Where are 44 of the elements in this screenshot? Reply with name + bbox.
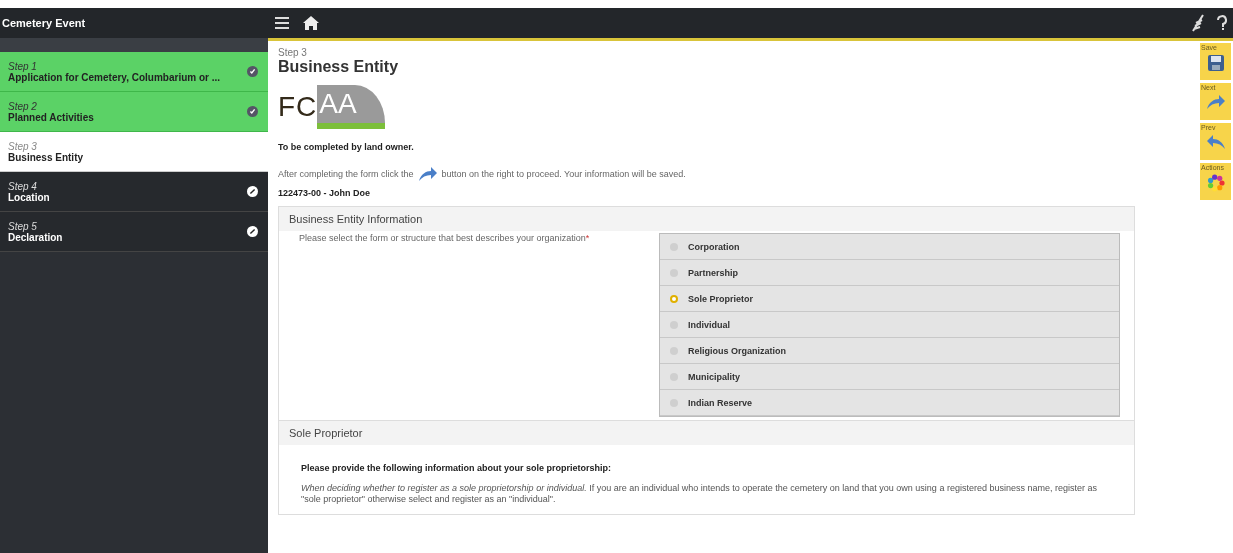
- home-icon: [302, 15, 320, 31]
- step-name: Declaration: [8, 231, 63, 243]
- step-number: Step 5: [8, 220, 38, 232]
- radio-option[interactable]: Individual: [660, 312, 1119, 338]
- owner-note: To be completed by land owner.: [278, 142, 415, 152]
- forward-arrow-icon: [417, 166, 438, 182]
- question-label: Please select the form or structure that best describes your organization*: [298, 233, 591, 245]
- radio-icon[interactable]: [670, 294, 678, 303]
- step-item[interactable]: Step 5 Declaration: [0, 212, 268, 252]
- forward-arrow-icon: [1205, 94, 1226, 110]
- step-number: Step 4: [8, 180, 38, 192]
- logo: FCAA: [278, 86, 1190, 128]
- note-text: When deciding whether to register as a sole proprietorship or individual. If you are an individual who intends to operate the cemetery on land that you own using a registered business name, register as "sole proprietor" otherwise select and register as an "individual".: [301, 483, 1098, 506]
- step-number: Step 3: [8, 140, 38, 152]
- page-title: Business Entity: [278, 58, 400, 76]
- panel-heading: Sole Proprietor: [279, 421, 1134, 445]
- step-item[interactable]: Step 2 Planned Activities: [0, 92, 268, 132]
- step-name: Planned Activities: [8, 111, 94, 123]
- step-item[interactable]: Step 1 Application for Cemetery, Columbarium or ...: [0, 52, 268, 92]
- radio-option[interactable]: Partnership: [660, 260, 1119, 286]
- panel-heading: Business Entity Information: [279, 207, 1134, 231]
- radio-option[interactable]: Municipality: [660, 364, 1119, 390]
- step-name: Location: [8, 191, 50, 203]
- color-wheel-icon: [1206, 174, 1225, 192]
- step-number: Step 1: [8, 60, 38, 72]
- wheat-logo-icon: [1191, 14, 1205, 32]
- radio-option[interactable]: Indian Reserve: [660, 390, 1119, 416]
- back-arrow-icon: [1205, 134, 1226, 150]
- step-number: Step 2: [8, 100, 38, 112]
- instruction-text: button on the right to proceed. Your information will be saved.: [441, 169, 686, 179]
- applicant-name: 122473-00 - John Doe: [278, 188, 372, 198]
- sidebar-title: Cemetery Event: [0, 8, 268, 38]
- help-icon: [1217, 15, 1227, 31]
- step-item[interactable]: Step 3 Business Entity: [0, 132, 268, 172]
- radio-option[interactable]: Corporation: [660, 234, 1119, 260]
- instruction-text: After completing the form click the: [278, 169, 414, 179]
- step-name: Application for Cemetery, Columbarium or ...: [8, 71, 221, 83]
- prompt-text: Please provide the following information about your sole proprietorship:: [301, 463, 613, 473]
- step-item[interactable]: Step 4 Location: [0, 172, 268, 212]
- radio-option[interactable]: Religious Organization: [660, 338, 1119, 364]
- step-name: Business Entity: [8, 151, 84, 163]
- step-label: Step 3: [278, 47, 308, 58]
- radio-option[interactable]: Sole Proprietor: [660, 286, 1119, 312]
- menu-icon: [274, 16, 290, 30]
